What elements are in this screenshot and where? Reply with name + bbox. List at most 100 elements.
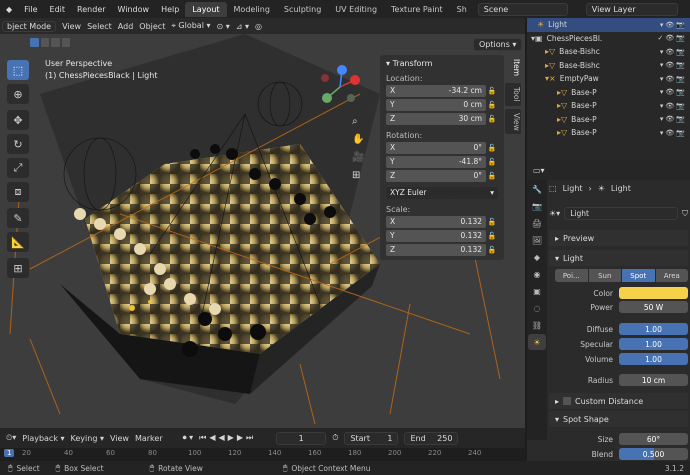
menu-keying[interactable]: Keying ▾ — [71, 434, 104, 443]
visibility-icons[interactable]: ▾👁📷 — [660, 21, 687, 29]
diffuse-field[interactable]: 1.00 — [619, 323, 688, 335]
tab-texture-paint[interactable]: Texture Paint — [384, 2, 450, 17]
outliner-row-collection[interactable]: ▾▣ ChessPiecesBl. ✓👁📷 — [527, 32, 690, 46]
annotate-tool-icon[interactable]: ✎ — [7, 208, 29, 228]
volume-field[interactable]: 1.00 — [619, 353, 688, 365]
scene-tab-icon[interactable]: ◆ — [528, 249, 546, 265]
options-dropdown[interactable]: Options ▾ — [473, 38, 523, 51]
visibility-icons[interactable]: ▾👁📷 — [660, 115, 687, 123]
tab-tool[interactable]: Tool — [505, 83, 521, 106]
lock-icon[interactable]: 🔓 — [486, 158, 498, 166]
spot-shape-header[interactable]: ▾ Spot Shape — [549, 411, 688, 427]
lock-icon[interactable]: 🔓 — [486, 218, 498, 226]
tab-sculpting[interactable]: Sculpting — [277, 2, 328, 17]
end-frame-field[interactable]: End 250 — [404, 431, 459, 445]
grid-icon[interactable]: ⊞ — [352, 170, 364, 181]
power-field[interactable]: 50 W — [619, 301, 688, 313]
rotation-z-field[interactable]: Z 0° — [386, 169, 486, 182]
tool-tab-icon[interactable]: 🔧 — [528, 181, 546, 197]
menu-window[interactable]: Window — [112, 5, 156, 14]
current-frame-field[interactable]: 1 — [276, 431, 327, 445]
menu-edit[interactable]: Edit — [44, 5, 72, 14]
playhead[interactable]: 1 — [4, 449, 15, 457]
checkbox[interactable] — [563, 397, 572, 405]
location-x-field[interactable]: X -34.2 cm — [386, 84, 486, 97]
render-tab-icon[interactable]: 📷 — [528, 198, 546, 214]
outliner-row-object[interactable]: ▸▽ Base-P ▾👁📷 — [527, 126, 690, 140]
output-tab-icon[interactable]: 🖨 — [528, 215, 546, 231]
scale-y-field[interactable]: Y 0.132 — [386, 229, 486, 242]
visibility-icons[interactable]: ▾👁📷 — [660, 129, 687, 137]
snap-icon[interactable]: ⊿ ▾ — [236, 22, 249, 31]
playback-controls[interactable]: ⏮◀◀▶▶⏭ — [199, 433, 256, 443]
lock-icon[interactable]: 🔓 — [486, 246, 498, 254]
menu-marker[interactable]: Marker — [135, 434, 163, 443]
scale-tool-icon[interactable]: ⤢ — [7, 158, 29, 178]
pivot-icon[interactable]: ⊙ ▾ — [217, 22, 230, 31]
tab-shading[interactable]: Sh — [450, 2, 474, 17]
visibility-icons[interactable]: ✓👁📷 — [658, 34, 687, 42]
start-frame-field[interactable]: Start 1 — [344, 431, 399, 445]
outliner-row-object[interactable]: ▸▽ Base-Bishc ▾👁📷 — [527, 45, 690, 59]
type-area[interactable]: Area — [655, 269, 688, 282]
zoom-icon[interactable]: ⌕ — [352, 116, 364, 127]
outliner-row-light[interactable]: ☀ Light ▾👁📷 — [527, 18, 690, 32]
outliner-row-object[interactable]: ▸▽ Base-Bishc ▾👁📷 — [527, 59, 690, 73]
object-tab-icon[interactable]: ▣ — [528, 283, 546, 299]
menu-file[interactable]: File — [18, 5, 43, 14]
proportional-icon[interactable]: ◎ — [255, 22, 262, 31]
menu-help[interactable]: Help — [155, 5, 185, 14]
light-name-field[interactable]: Light — [564, 207, 678, 220]
radius-field[interactable]: 10 cm — [619, 374, 688, 386]
vp-menu-add[interactable]: Add — [118, 22, 134, 31]
vp-menu-object[interactable]: Object — [139, 22, 165, 31]
measure-tool-icon[interactable]: 📐 — [7, 232, 29, 252]
vp-menu-select[interactable]: Select — [87, 22, 112, 31]
light-datablock-icon[interactable]: ☀▾ — [549, 209, 560, 218]
pan-icon[interactable]: ✋ — [352, 134, 364, 145]
clock-icon[interactable]: ⏱ — [332, 433, 338, 443]
add-cube-tool-icon[interactable]: ⊞ — [7, 258, 29, 278]
menu-view[interactable]: View — [110, 434, 129, 443]
timeline-ruler[interactable]: 1 20 40 60 80 100 120 140 160 180 200 22… — [0, 448, 525, 461]
navigation-gizmo[interactable] — [315, 62, 365, 112]
cursor-tool-icon[interactable]: ⊕ — [7, 84, 29, 104]
visibility-icons[interactable]: ▾👁📷 — [660, 88, 687, 96]
outliner-row-object[interactable]: ▸▽ Base-P ▾👁📷 — [527, 99, 690, 113]
tab-modeling[interactable]: Modeling — [227, 2, 277, 17]
mode-selector[interactable]: bject Mode — [2, 20, 57, 32]
lock-icon[interactable]: 🔓 — [486, 87, 498, 95]
type-spot[interactable]: Spot — [622, 269, 655, 282]
lock-icon[interactable]: 🔓 — [486, 232, 498, 240]
selection-mode-icons[interactable] — [30, 38, 70, 48]
shield-icon[interactable]: ⛉ — [682, 209, 688, 219]
visibility-icons[interactable]: ▾👁📷 — [660, 102, 687, 110]
visibility-icons[interactable]: ▾👁📷 — [660, 48, 687, 56]
tab-item[interactable]: Item — [505, 55, 521, 81]
physics-tab-icon[interactable]: ◌ — [528, 300, 546, 316]
rotate-tool-icon[interactable]: ↻ — [7, 134, 29, 154]
camera-icon[interactable]: 🎥 — [352, 152, 364, 163]
visibility-icons[interactable]: ▾👁📷 — [660, 75, 687, 83]
location-z-field[interactable]: Z 30 cm — [386, 112, 486, 125]
type-sun[interactable]: Sun — [588, 269, 621, 282]
size-field[interactable]: 60° — [619, 433, 688, 445]
location-y-field[interactable]: Y 0 cm — [386, 98, 486, 111]
properties-editor-icon[interactable]: ▭▾ — [533, 166, 545, 175]
rotation-mode-dropdown[interactable]: XYZ Euler ▾ — [386, 186, 498, 199]
rotation-y-field[interactable]: Y -41.8° — [386, 155, 486, 168]
lock-icon[interactable]: 🔓 — [486, 144, 498, 152]
tab-view[interactable]: View — [505, 108, 521, 135]
type-point[interactable]: Poi... — [555, 269, 588, 282]
transform-tool-icon[interactable]: ⧈ — [7, 182, 29, 202]
color-swatch[interactable] — [619, 287, 688, 299]
menu-render[interactable]: Render — [71, 5, 111, 14]
light-panel-header[interactable]: ▾ Light — [549, 250, 688, 266]
move-tool-icon[interactable]: ✥ — [7, 110, 29, 130]
select-tool-icon[interactable]: ⬚ — [7, 60, 29, 80]
constraints-tab-icon[interactable]: ⛓ — [528, 317, 546, 333]
specular-field[interactable]: 1.00 — [619, 338, 688, 350]
world-tab-icon[interactable]: ◉ — [528, 266, 546, 282]
transform-orientation[interactable]: ⌖ Global ▾ — [171, 21, 210, 31]
light-data-tab-icon[interactable]: ☀ — [528, 334, 546, 350]
